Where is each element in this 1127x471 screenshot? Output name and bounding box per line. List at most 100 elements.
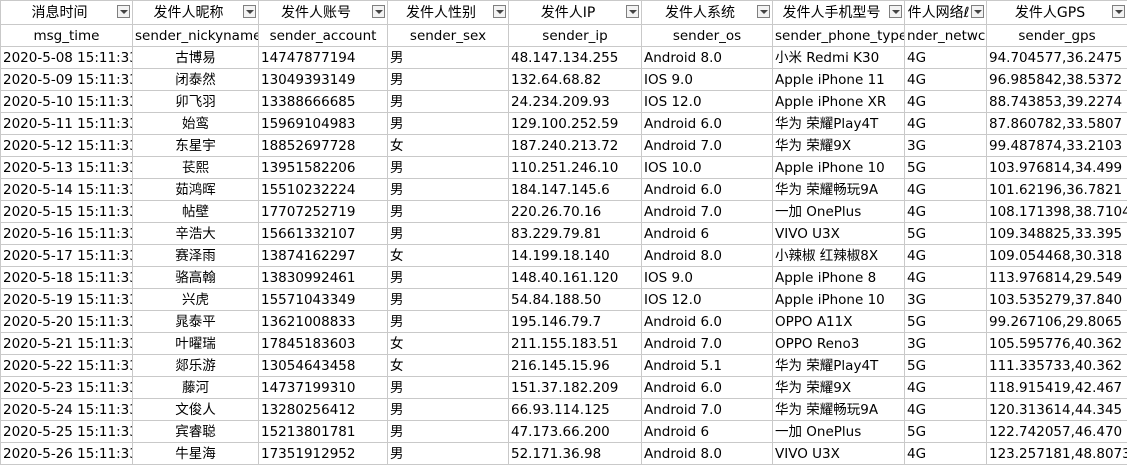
table-cell[interactable]: 男 (387, 90, 509, 113)
table-cell[interactable]: 5G (904, 420, 987, 443)
filter-dropdown-icon[interactable] (971, 5, 984, 18)
table-cell[interactable]: 2020-5-14 15:11:33 (0, 178, 133, 201)
table-cell[interactable]: 54.84.188.50 (508, 288, 642, 311)
table-cell[interactable]: 66.93.114.125 (508, 398, 642, 421)
table-cell[interactable]: Android 8.0 (641, 442, 773, 465)
field-name-cell[interactable]: sender_ip (508, 24, 642, 47)
table-cell[interactable]: 男 (387, 200, 509, 223)
table-cell[interactable]: 99.487874,33.2103 (986, 134, 1127, 157)
table-cell[interactable]: 2020-5-15 15:11:33 (0, 200, 133, 223)
table-cell[interactable]: 99.267106,29.8065 (986, 310, 1127, 333)
table-cell[interactable]: Android 8.0 (641, 46, 773, 69)
field-name-cell[interactable]: sender_os (641, 24, 773, 47)
filter-dropdown-icon[interactable] (757, 5, 770, 18)
table-cell[interactable]: 5G (904, 354, 987, 377)
table-cell[interactable]: Android 8.0 (641, 244, 773, 267)
table-cell[interactable]: 女 (387, 332, 509, 355)
table-cell[interactable]: 男 (387, 46, 509, 69)
table-cell[interactable]: 叶曜瑞 (132, 332, 259, 355)
table-cell[interactable]: 5G (904, 156, 987, 179)
table-cell[interactable]: 骆高翰 (132, 266, 259, 289)
table-cell[interactable]: 15213801781 (258, 420, 388, 443)
table-cell[interactable]: 女 (387, 134, 509, 157)
table-cell[interactable]: 男 (387, 156, 509, 179)
table-cell[interactable]: 4G (904, 200, 987, 223)
table-cell[interactable]: Android 6.0 (641, 310, 773, 333)
table-cell[interactable]: 文俊人 (132, 398, 259, 421)
table-cell[interactable]: 220.26.70.16 (508, 200, 642, 223)
table-cell[interactable]: Apple iPhone 10 (772, 288, 905, 311)
table-cell[interactable]: 4G (904, 442, 987, 465)
table-cell[interactable]: 古博易 (132, 46, 259, 69)
table-cell[interactable]: 东星宇 (132, 134, 259, 157)
table-cell[interactable]: 茹鸿晖 (132, 178, 259, 201)
table-cell[interactable]: 15571043349 (258, 288, 388, 311)
table-cell[interactable]: IOS 9.0 (641, 266, 773, 289)
table-cell[interactable]: 15969104983 (258, 112, 388, 135)
table-cell[interactable]: 47.173.66.200 (508, 420, 642, 443)
table-cell[interactable]: 2020-5-17 15:11:33 (0, 244, 133, 267)
table-cell[interactable]: 87.860782,33.5807 (986, 112, 1127, 135)
table-cell[interactable]: 郯乐游 (132, 354, 259, 377)
table-cell[interactable]: 4G (904, 244, 987, 267)
table-cell[interactable]: 5G (904, 310, 987, 333)
table-cell[interactable]: 男 (387, 178, 509, 201)
table-cell[interactable]: 牛星海 (132, 442, 259, 465)
table-cell[interactable]: 4G (904, 178, 987, 201)
table-cell[interactable]: 藤河 (132, 376, 259, 399)
table-cell[interactable]: 5G (904, 222, 987, 245)
table-cell[interactable]: 13951582206 (258, 156, 388, 179)
table-cell[interactable]: 2020-5-25 15:11:33 (0, 420, 133, 443)
field-name-cell[interactable]: msg_time (0, 24, 133, 47)
table-cell[interactable]: 15661332107 (258, 222, 388, 245)
table-cell[interactable]: 4G (904, 376, 987, 399)
table-cell[interactable]: 3G (904, 332, 987, 355)
table-cell[interactable]: Android 6 (641, 420, 773, 443)
table-cell[interactable]: 4G (904, 68, 987, 91)
table-cell[interactable]: VIVO U3X (772, 222, 905, 245)
table-cell[interactable]: 14747877194 (258, 46, 388, 69)
table-cell[interactable]: 一加 OnePlus (772, 420, 905, 443)
table-cell[interactable]: 184.147.145.6 (508, 178, 642, 201)
table-cell[interactable]: 109.348825,33.395 (986, 222, 1127, 245)
table-cell[interactable]: 闭泰然 (132, 68, 259, 91)
table-cell[interactable]: Android 6.0 (641, 112, 773, 135)
field-name-cell[interactable]: sender_nickyname (132, 24, 259, 47)
table-cell[interactable]: 105.595776,40.362 (986, 332, 1127, 355)
table-cell[interactable]: 4G (904, 266, 987, 289)
table-cell[interactable]: 17845183603 (258, 332, 388, 355)
table-cell[interactable]: 男 (387, 222, 509, 245)
table-cell[interactable]: 2020-5-12 15:11:33 (0, 134, 133, 157)
table-cell[interactable]: 122.742057,46.470 (986, 420, 1127, 443)
table-cell[interactable]: 83.229.79.81 (508, 222, 642, 245)
table-cell[interactable]: Android 7.0 (641, 398, 773, 421)
table-cell[interactable]: 111.335733,40.362 (986, 354, 1127, 377)
table-cell[interactable]: 小米 Redmi K30 (772, 46, 905, 69)
table-cell[interactable]: IOS 12.0 (641, 90, 773, 113)
table-cell[interactable]: 108.171398,38.7104 (986, 200, 1127, 223)
filter-dropdown-icon[interactable] (243, 5, 256, 18)
table-cell[interactable]: 88.743853,39.2274 (986, 90, 1127, 113)
table-cell[interactable]: Apple iPhone 10 (772, 156, 905, 179)
table-cell[interactable]: 2020-5-16 15:11:33 (0, 222, 133, 245)
table-cell[interactable]: 13049393149 (258, 68, 388, 91)
table-cell[interactable]: 148.40.161.120 (508, 266, 642, 289)
table-cell[interactable]: 14.199.18.140 (508, 244, 642, 267)
table-cell[interactable]: Android 7.0 (641, 200, 773, 223)
table-cell[interactable]: 2020-5-11 15:11:33 (0, 112, 133, 135)
table-cell[interactable]: 123.257181,48.8073 (986, 442, 1127, 465)
field-name-cell[interactable]: sender_sex (387, 24, 509, 47)
table-cell[interactable]: Android 6.0 (641, 376, 773, 399)
table-cell[interactable]: 华为 荣耀Play4T (772, 354, 905, 377)
table-cell[interactable]: 2020-5-20 15:11:33 (0, 310, 133, 333)
table-cell[interactable]: 女 (387, 354, 509, 377)
field-name-cell[interactable]: sender_account (258, 24, 388, 47)
table-cell[interactable]: 103.535279,37.840 (986, 288, 1127, 311)
field-name-cell[interactable]: nder_netwc (904, 24, 987, 47)
table-cell[interactable]: 120.313614,44.345 (986, 398, 1127, 421)
filter-dropdown-icon[interactable] (1112, 5, 1125, 18)
filter-dropdown-icon[interactable] (117, 5, 130, 18)
table-cell[interactable]: 晁泰平 (132, 310, 259, 333)
table-cell[interactable]: 18852697728 (258, 134, 388, 157)
table-cell[interactable]: 华为 荣耀畅玩9A (772, 398, 905, 421)
